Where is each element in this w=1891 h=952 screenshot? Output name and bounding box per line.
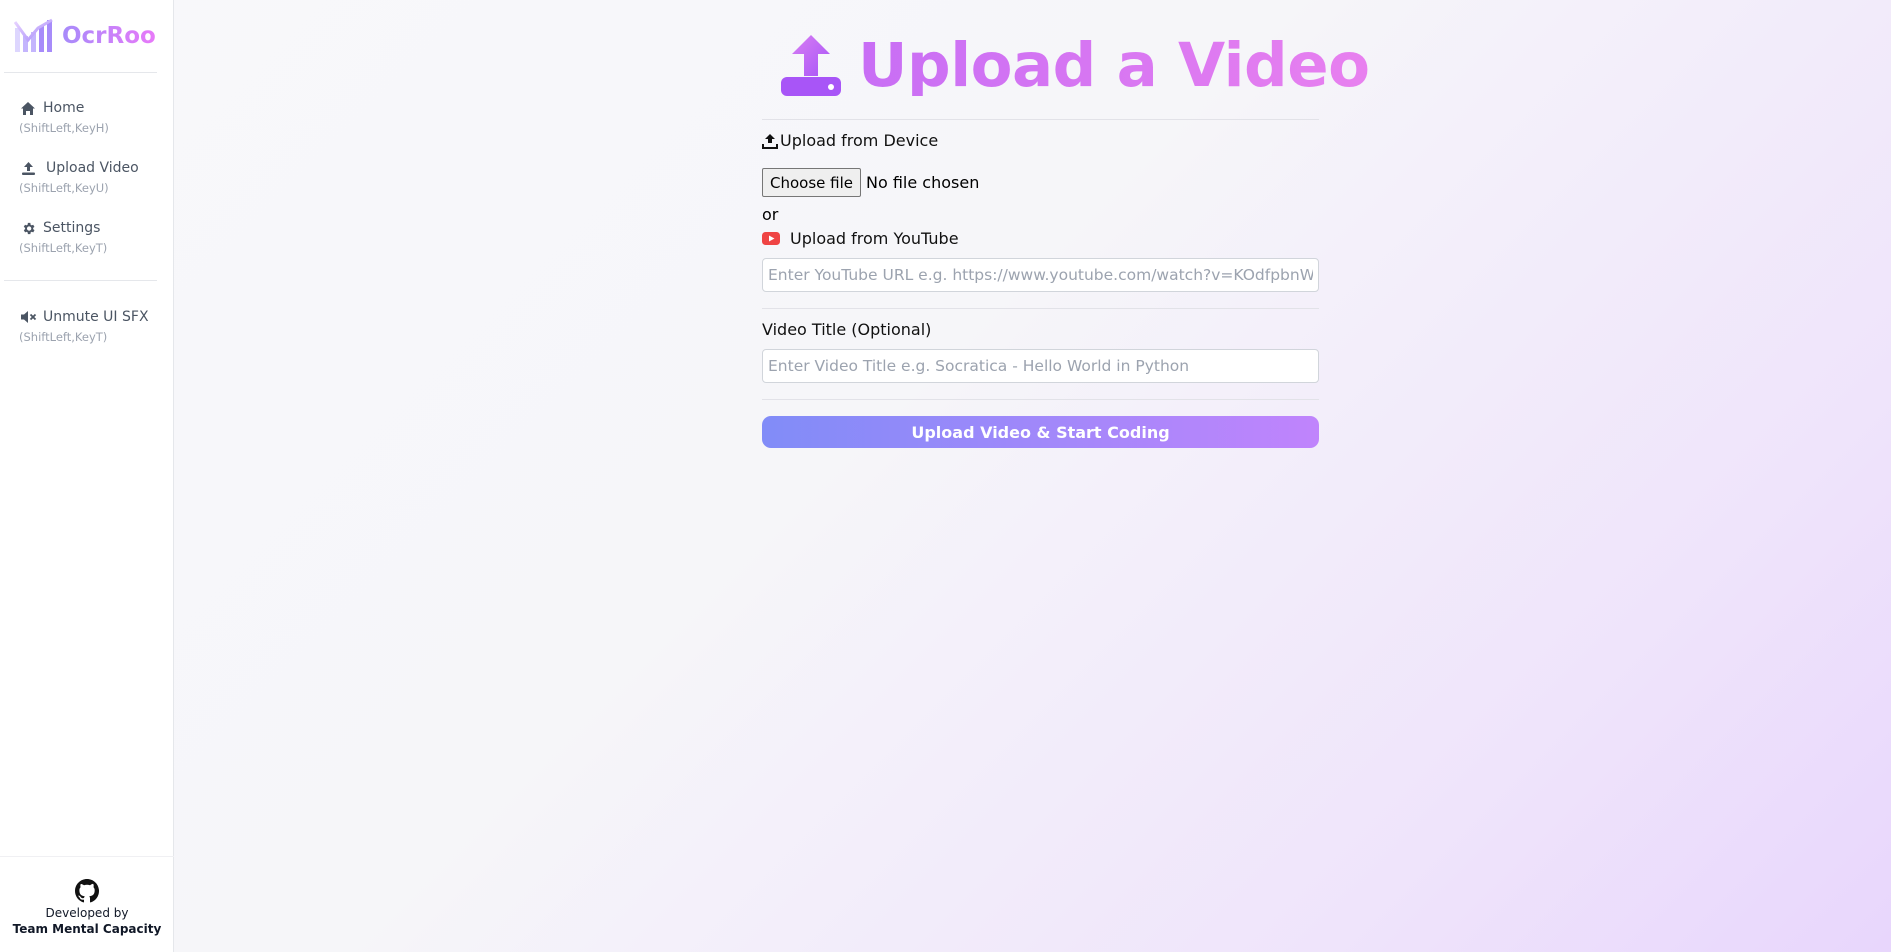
sidebar-divider (4, 280, 157, 281)
divider (762, 399, 1319, 400)
video-title-label: Video Title (Optional) (762, 320, 932, 339)
divider (762, 308, 1319, 309)
video-title-input[interactable] (762, 349, 1319, 383)
unmute-sfx-toggle[interactable]: Unmute UI SFX (ShiftLeft,KeyT) (19, 308, 169, 344)
youtube-icon (762, 232, 790, 245)
shortcut-hint: (ShiftLeft,KeyT) (19, 241, 108, 255)
upload-from-youtube-text: Upload from YouTube (790, 229, 959, 248)
home-icon (19, 100, 37, 116)
page-title: Upload a Video (858, 29, 1370, 101)
upload-from-device-label: Upload from Device (762, 131, 938, 150)
sidebar-item-label: Upload Video (46, 160, 139, 176)
file-input[interactable]: Choose file No file chosen (762, 168, 979, 197)
shortcut-hint: (ShiftLeft,KeyH) (19, 121, 109, 135)
page-title-row: Upload a Video (780, 29, 1370, 101)
sidebar-item-label: Unmute UI SFX (43, 309, 149, 325)
brand[interactable]: OcrRoo (14, 18, 158, 54)
sidebar: OcrRoo Home (ShiftLeft,KeyH) Upload Vide… (0, 0, 174, 952)
divider (762, 119, 1319, 120)
youtube-url-input[interactable] (762, 258, 1319, 292)
sidebar-item-upload-video[interactable]: Upload Video (ShiftLeft,KeyU) (19, 159, 169, 195)
gear-icon (19, 220, 37, 236)
team-name[interactable]: Team Mental Capacity (0, 922, 174, 936)
brand-name: OcrRoo (62, 23, 156, 49)
sidebar-item-home[interactable]: Home (ShiftLeft,KeyH) (19, 99, 169, 135)
or-separator: or (762, 205, 779, 224)
shortcut-hint: (ShiftLeft,KeyU) (19, 181, 109, 195)
sidebar-item-settings[interactable]: Settings (ShiftLeft,KeyT) (19, 219, 169, 255)
upload-and-start-button[interactable]: Upload Video & Start Coding (762, 416, 1319, 448)
speaker-muted-icon (19, 309, 37, 325)
file-status: No file chosen (866, 173, 980, 192)
upload-icon (781, 35, 841, 96)
sidebar-item-label: Settings (43, 220, 101, 236)
upload-icon (19, 160, 37, 176)
sidebar-item-label: Home (43, 100, 85, 116)
sidebar-footer: Developed by Team Mental Capacity (0, 856, 174, 952)
upload-icon (762, 133, 780, 149)
ocrroo-logo-icon (14, 18, 53, 52)
upload-from-youtube-label: Upload from YouTube (762, 229, 959, 248)
developed-by-label: Developed by (45, 906, 129, 920)
upload-from-device-text: Upload from Device (780, 131, 939, 150)
choose-file-button[interactable]: Choose file (762, 168, 861, 197)
sidebar-divider (4, 72, 157, 73)
shortcut-hint: (ShiftLeft,KeyT) (19, 330, 108, 344)
github-icon[interactable] (75, 879, 99, 903)
